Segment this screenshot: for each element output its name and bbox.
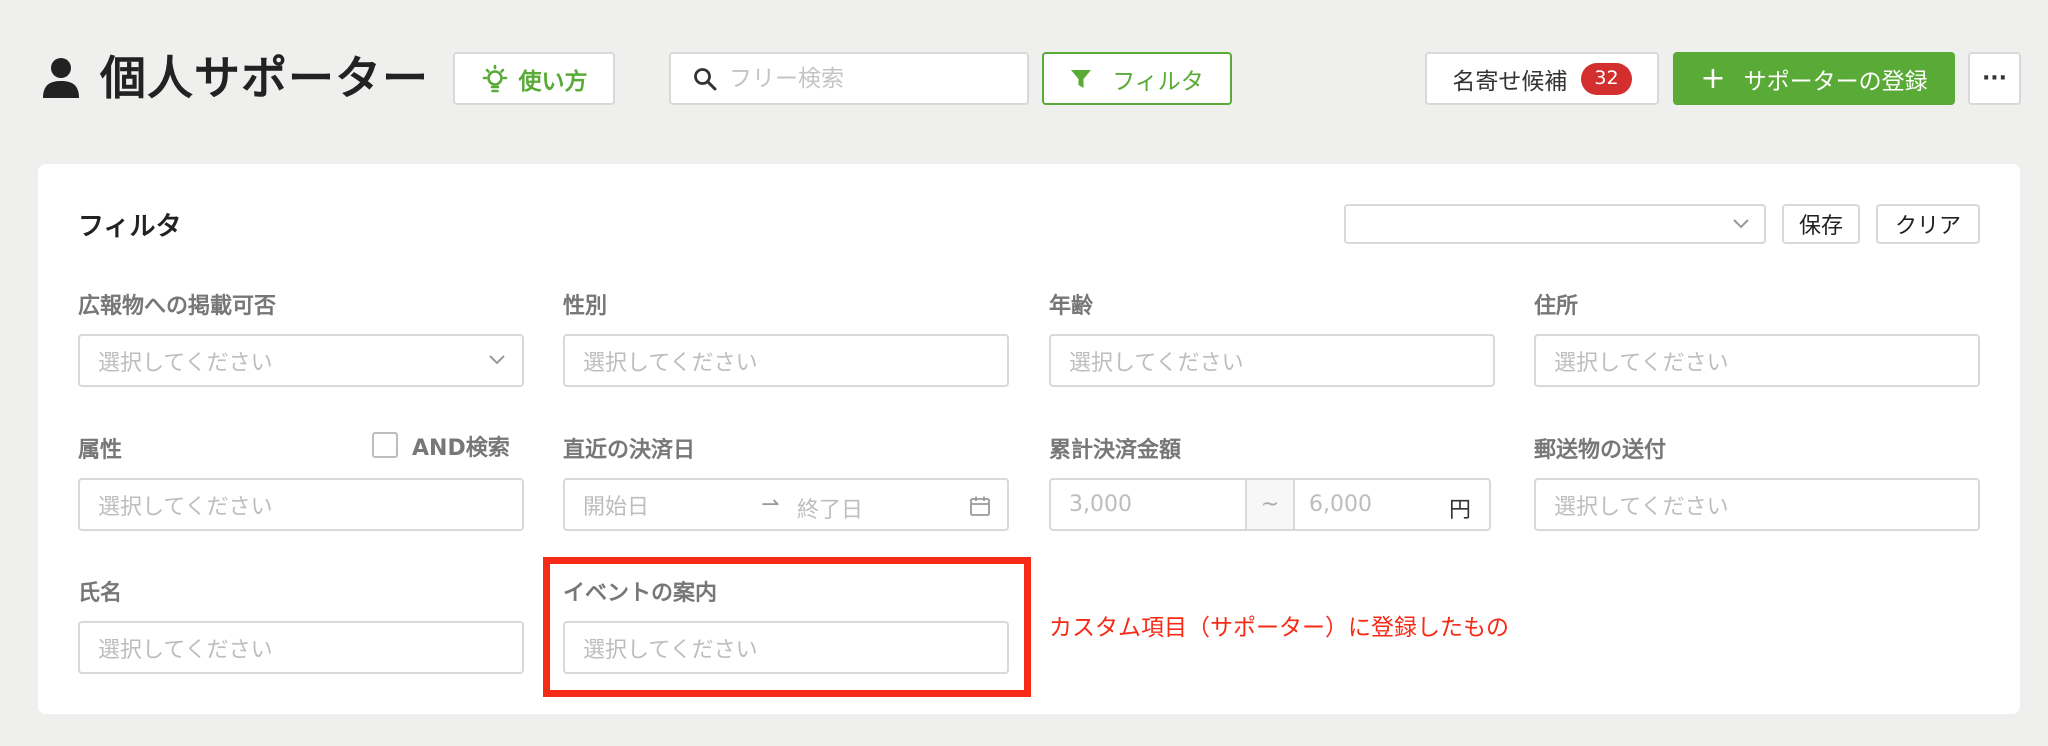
mail-label: 郵送物の送付 xyxy=(1534,438,1667,463)
chevron-down-icon xyxy=(1733,219,1749,229)
name-placeholder: 選択してください xyxy=(98,637,273,663)
save-filter-button[interactable]: 保存 xyxy=(1782,204,1860,244)
attribute-label: 属性 xyxy=(78,438,123,463)
amount-min-input[interactable]: 3,000 xyxy=(1049,478,1247,531)
age-select[interactable]: 選択してください xyxy=(1049,334,1495,387)
filter-preset-select[interactable] xyxy=(1344,204,1766,244)
mail-placeholder: 選択してください xyxy=(1554,494,1729,520)
name-label: 氏名 xyxy=(78,581,123,606)
merge-label: 名寄せ候補 xyxy=(1452,68,1568,95)
annotation-text: カスタム項目（サポーター）に登録したもの xyxy=(1049,615,1509,641)
filter-label: フィルタ xyxy=(1112,68,1204,95)
filter-panel: フィルタ 保存 クリア 広報物への掲載可否 選択してください 性別 選択してくだ… xyxy=(38,164,2020,714)
register-label: サポーターの登録 xyxy=(1743,68,1928,95)
age-label: 年齢 xyxy=(1049,294,1094,319)
merge-candidates-button[interactable]: 名寄せ候補 32 xyxy=(1425,52,1659,105)
recent-payment-date-range[interactable]: 開始日 ⇀ 終了日 xyxy=(563,478,1009,531)
more-icon: ··· xyxy=(1981,66,2008,91)
attribute-placeholder: 選択してください xyxy=(98,494,273,520)
page-title: 個人サポーター xyxy=(100,51,429,105)
arrow-right-icon: ⇀ xyxy=(761,492,780,517)
calendar-icon xyxy=(970,496,990,516)
search-icon xyxy=(694,67,717,90)
funnel-icon xyxy=(1071,69,1092,88)
chevron-down-icon xyxy=(489,355,505,365)
and-search-checkbox[interactable] xyxy=(372,432,398,458)
address-select[interactable]: 選択してください xyxy=(1534,334,1980,387)
clear-filter-button[interactable]: クリア xyxy=(1876,204,1980,244)
yen-unit: 円 xyxy=(1448,498,1471,523)
search-input[interactable] xyxy=(729,65,1019,92)
start-date-placeholder[interactable]: 開始日 xyxy=(583,489,649,521)
merge-count-badge: 32 xyxy=(1581,62,1632,95)
publish-permission-select[interactable]: 選択してください xyxy=(78,334,524,387)
age-placeholder: 選択してください xyxy=(1069,350,1244,376)
annotation-highlight-box xyxy=(543,557,1031,697)
recent-payment-label: 直近の決済日 xyxy=(563,438,696,463)
gender-label: 性別 xyxy=(563,294,608,319)
filter-button[interactable]: フィルタ xyxy=(1042,52,1232,105)
total-amount-label: 累計決済金額 xyxy=(1049,438,1182,463)
amount-max-input[interactable]: 6,000 円 xyxy=(1293,478,1491,531)
name-select[interactable]: 選択してください xyxy=(78,621,524,674)
publish-permission-placeholder: 選択してください xyxy=(98,350,273,376)
end-date-placeholder[interactable]: 終了日 xyxy=(797,492,863,524)
gender-select[interactable]: 選択してください xyxy=(563,334,1009,387)
mail-select[interactable]: 選択してください xyxy=(1534,478,1980,531)
address-placeholder: 選択してください xyxy=(1554,350,1729,376)
more-menu-button[interactable]: ··· xyxy=(1968,52,2021,105)
publish-permission-label: 広報物への掲載可否 xyxy=(78,294,277,319)
howto-button[interactable]: 使い方 xyxy=(453,52,615,105)
person-icon xyxy=(43,58,79,98)
gender-placeholder: 選択してください xyxy=(583,350,758,376)
amount-max-placeholder: 6,000 xyxy=(1309,492,1372,517)
search-box[interactable] xyxy=(669,52,1029,105)
total-amount-range: 3,000 ~ 6,000 円 xyxy=(1049,478,1491,531)
plus-icon: + xyxy=(1700,60,1726,96)
address-label: 住所 xyxy=(1534,294,1579,319)
register-supporter-button[interactable]: + サポーターの登録 xyxy=(1673,52,1955,105)
range-separator: ~ xyxy=(1245,478,1295,531)
lightbulb-icon xyxy=(482,64,507,92)
howto-label: 使い方 xyxy=(518,68,588,95)
filter-panel-title: フィルタ xyxy=(78,212,182,242)
and-search-label: AND検索 xyxy=(412,436,510,461)
attribute-select[interactable]: 選択してください xyxy=(78,478,524,531)
